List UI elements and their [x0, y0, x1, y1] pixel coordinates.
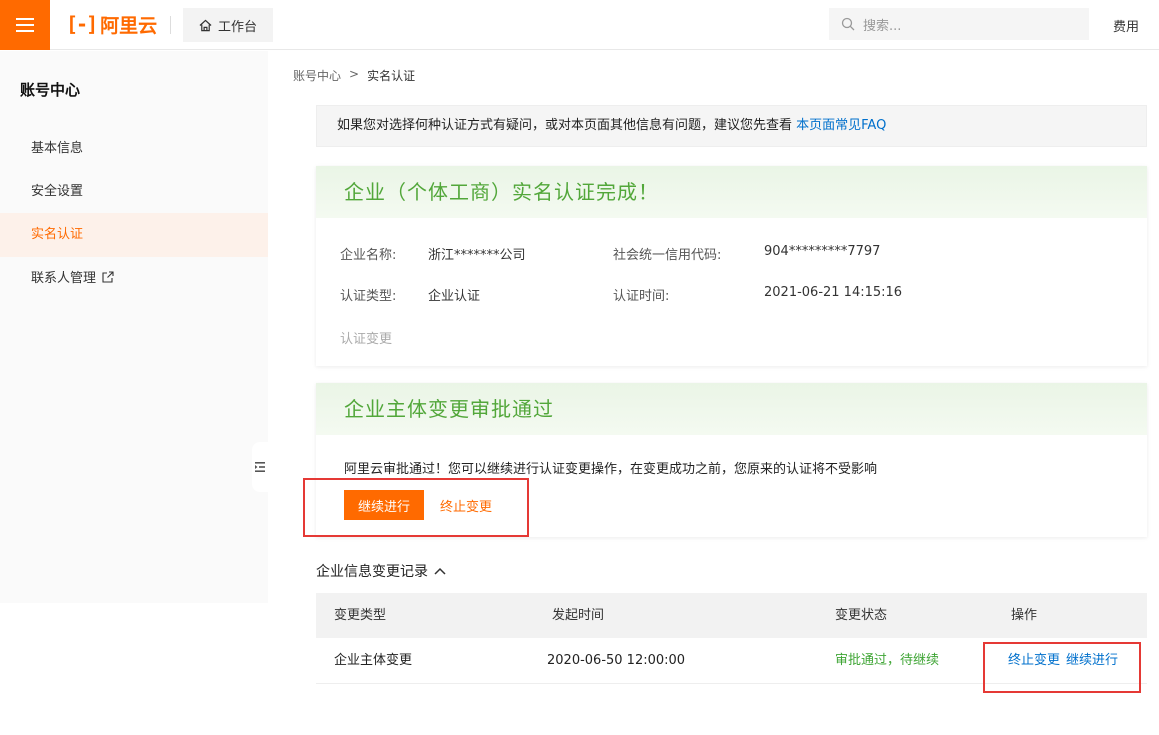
column-header: 变更状态: [835, 608, 888, 623]
records-table-header: 变更类型 发起时间 变更状态 操作: [316, 593, 1147, 638]
breadcrumb-current: 实名认证: [367, 69, 416, 83]
auth-change-link[interactable]: 认证变更: [340, 328, 392, 347]
workbench-label: 工作台: [217, 19, 257, 35]
chevron-up-icon: [434, 567, 446, 575]
auth-type-label: 认证类型:: [340, 289, 397, 304]
notice-text: 如果您对选择何种认证方式有疑问，或对本页面其他信息有问题，建议您先查看: [337, 118, 797, 133]
breadcrumb-root[interactable]: 账号中心: [293, 67, 341, 84]
approval-message: 阿里云审批通过！您可以继续进行认证变更操作，在变更成功之前，您原来的认证将不受影…: [344, 462, 878, 477]
change-status: 审批通过，待继续: [835, 653, 940, 668]
company-name-value: 浙江*******公司: [428, 248, 526, 263]
top-navbar: [-] 阿里云 工作台 搜索... 费用: [0, 0, 1159, 50]
sidebar-item-contacts[interactable]: 联系人管理: [0, 257, 268, 301]
sidebar-item-security[interactable]: 安全设置: [0, 170, 268, 214]
company-name-label: 企业名称:: [340, 248, 397, 263]
sidebar: 账号中心 基本信息 安全设置 实名认证 联系人管理: [0, 51, 268, 603]
faq-link[interactable]: 本页面常见FAQ: [796, 118, 886, 133]
column-header: 操作: [1011, 608, 1038, 623]
breadcrumb-separator: >: [349, 67, 360, 81]
start-time: 2020-06-50 12:00:00: [547, 653, 686, 668]
highlight-box: [303, 478, 529, 537]
sidebar-item-real-name[interactable]: 实名认证: [0, 213, 268, 257]
workbench-button[interactable]: 工作台: [183, 8, 273, 42]
column-header: 发起时间: [552, 608, 605, 623]
search-input[interactable]: 搜索...: [829, 8, 1089, 40]
auth-complete-title: 企业（个体工商）实名认证完成！: [316, 166, 1147, 218]
search-placeholder: 搜索...: [863, 18, 902, 34]
records-toggle[interactable]: 企业信息变更记录: [316, 561, 446, 581]
external-link-icon: [102, 271, 114, 283]
column-header: 变更类型: [334, 608, 387, 623]
highlight-box: [983, 642, 1141, 693]
sidebar-collapse-toggle[interactable]: [252, 442, 268, 492]
logo-mark: [-]: [66, 12, 98, 36]
search-icon: [841, 17, 855, 31]
sidebar-item-basic-info[interactable]: 基本信息: [0, 127, 268, 171]
home-icon: [199, 19, 212, 31]
sidebar-item-label: 联系人管理: [31, 271, 97, 286]
approval-title: 企业主体变更审批通过: [316, 383, 1147, 435]
auth-complete-card: 企业（个体工商）实名认证完成！ 企业名称: 浙江*******公司 社会统一信用…: [316, 166, 1147, 366]
credit-code-label: 社会统一信用代码:: [613, 248, 722, 263]
auth-type-value: 企业认证: [428, 289, 481, 304]
records-title: 企业信息变更记录: [316, 564, 428, 580]
menu-icon[interactable]: [0, 0, 50, 50]
logo-text: 阿里云: [100, 14, 158, 37]
breadcrumb: 账号中心 > 实名认证: [293, 67, 415, 84]
fee-menu[interactable]: 费用: [1113, 16, 1139, 35]
collapse-icon: [255, 462, 265, 472]
auth-time-value: 2021-06-21 14:15:16: [764, 285, 903, 300]
sidebar-title: 账号中心: [20, 81, 81, 99]
change-type: 企业主体变更: [334, 653, 413, 668]
auth-time-label: 认证时间:: [613, 289, 670, 304]
faq-notice: 如果您对选择何种认证方式有疑问，或对本页面其他信息有问题，建议您先查看 本页面常…: [316, 105, 1147, 147]
aliyun-logo[interactable]: [-] 阿里云: [66, 10, 157, 38]
credit-code-value: 904*********7797: [764, 244, 881, 259]
divider: [170, 16, 171, 34]
